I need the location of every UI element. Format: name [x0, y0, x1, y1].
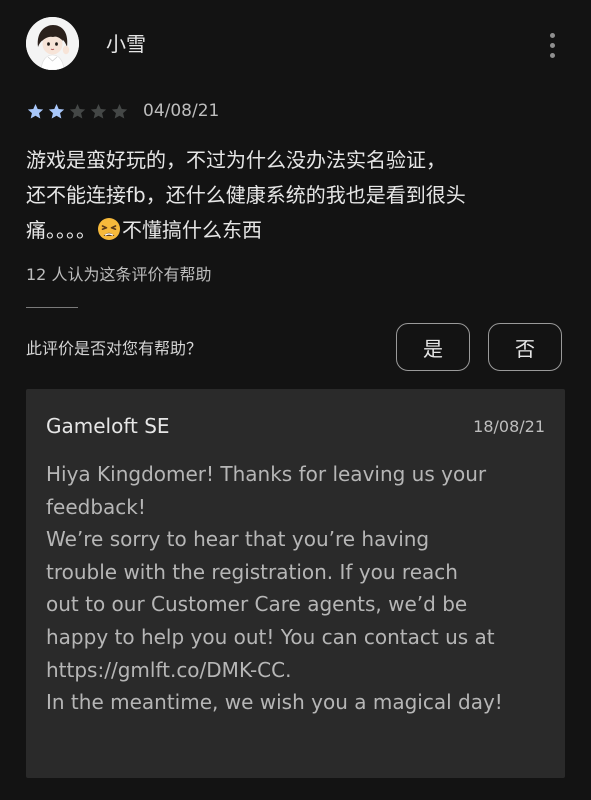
helpful-question: 此评价是否对您有帮助？ — [26, 339, 203, 358]
star-empty-icon — [69, 103, 86, 119]
review-header: 小雪 — [0, 0, 591, 90]
user-avatar[interactable] — [26, 17, 79, 70]
star-rating — [26, 102, 129, 121]
rating-row: 04/08/21 — [26, 98, 219, 124]
star-filled-icon — [48, 103, 65, 119]
username: 小雪 — [106, 32, 146, 56]
review-text: 游戏是蛮好玩的，不过为什么没办法实名验证， 还不能连接fb，还什么健康系统的我也… — [26, 143, 566, 248]
tired-face-emoji — [98, 218, 120, 240]
helpful-count: 12 人认为这条评价有帮助 — [26, 265, 212, 284]
star-empty-icon — [90, 103, 107, 119]
reply-text: Hiya Kingdomer! Thanks for leaving us yo… — [46, 462, 503, 715]
divider — [26, 307, 78, 308]
review-date: 04/08/21 — [143, 101, 220, 121]
reply-date: 18/08/21 — [473, 417, 545, 436]
menu-dot — [549, 52, 555, 58]
menu-dot — [549, 42, 555, 48]
review-text-part-2: 不懂搞什么东西 — [122, 218, 262, 242]
no-button[interactable]: 否 — [488, 323, 562, 371]
developer-reply-card: Gameloft SE 18/08/21 Hiya Kingdomer! Tha… — [26, 389, 565, 778]
menu-dot — [549, 32, 555, 38]
yes-button[interactable]: 是 — [396, 323, 470, 371]
more-vert-icon[interactable] — [538, 28, 566, 62]
star-empty-icon — [111, 103, 128, 119]
developer-name: Gameloft SE — [46, 414, 170, 438]
star-filled-icon — [27, 103, 44, 119]
